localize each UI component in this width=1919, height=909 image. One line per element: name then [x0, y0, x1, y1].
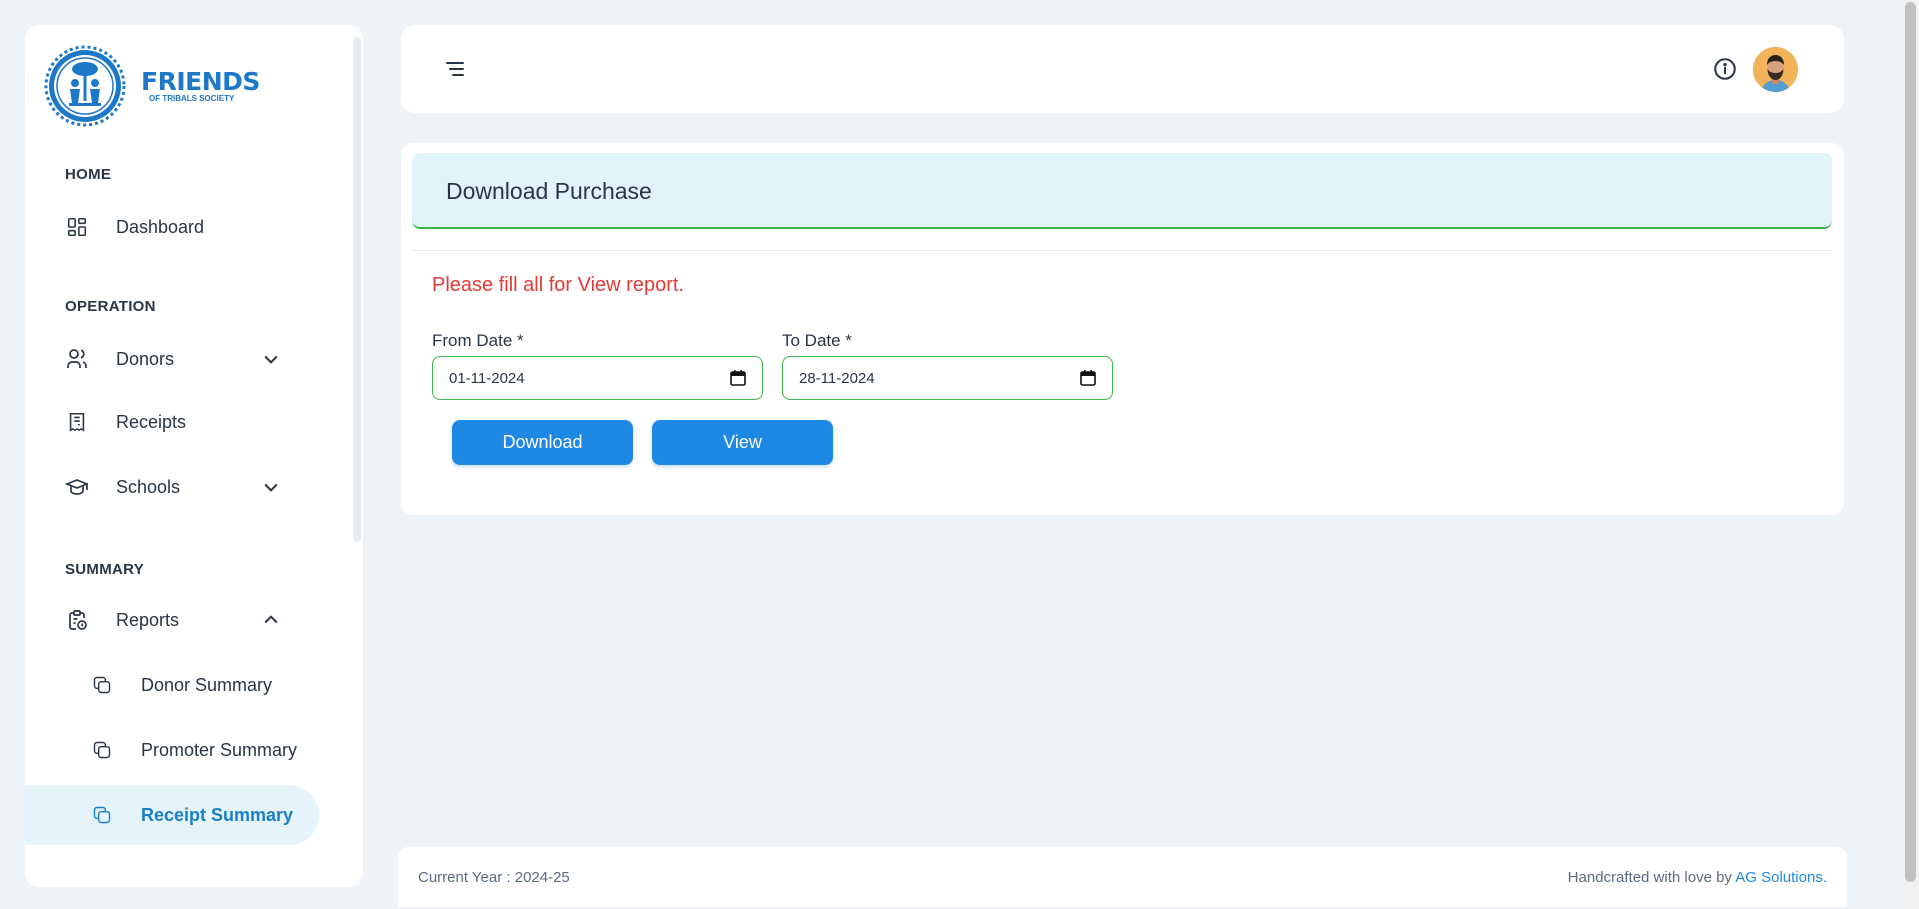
sidebar-subitem-label: Receipt Summary: [141, 804, 294, 825]
credit-prefix: Handcrafted with love by: [1567, 869, 1732, 886]
users-icon: [65, 347, 89, 371]
sidebar-item-label: Donors: [116, 348, 175, 369]
sidebar-item-donors[interactable]: Donors: [25, 329, 319, 389]
calendar-icon[interactable]: [1080, 369, 1096, 386]
divider: [412, 250, 1832, 251]
window-scrollbar[interactable]: [1902, 0, 1919, 909]
sidebar-subitem-donor-summary[interactable]: Donor Summary: [25, 655, 319, 715]
avatar[interactable]: [1753, 47, 1798, 92]
chevron-up-icon: [264, 615, 278, 624]
clipboard-clock-icon: [65, 608, 89, 632]
sidebar-item-schools[interactable]: Schools: [25, 457, 319, 517]
menu-icon[interactable]: [443, 57, 467, 81]
footer: Current Year : 2024-25 Handcrafted with …: [398, 847, 1847, 907]
to-date-value: 28-11-2024: [799, 369, 875, 387]
logo-seal-icon: [44, 45, 126, 127]
card-header: Download Purchase: [412, 153, 1832, 229]
chevron-down-icon: [264, 355, 278, 364]
page-title: Download Purchase: [446, 178, 652, 204]
brand-tagline: OF TRIBALS SOCIETY: [149, 94, 235, 103]
sidebar-scrollbar[interactable]: [353, 37, 361, 542]
sidebar-subitem-receipt-summary[interactable]: Receipt Summary: [25, 785, 319, 845]
copy-icon: [91, 739, 113, 761]
warning-message: Please fill all for View report.: [432, 274, 684, 296]
sidebar-item-reports[interactable]: Reports: [25, 590, 319, 650]
footer-credit: Handcrafted with love by AG Solutions.: [1568, 869, 1827, 886]
sidebar: FRIENDS OF TRIBALS SOCIETY HOME Dashboar…: [25, 25, 363, 887]
sidebar-item-label: Reports: [116, 609, 180, 630]
download-button[interactable]: Download: [452, 420, 633, 465]
download-purchase-card: Download Purchase Please fill all for Vi…: [401, 143, 1844, 515]
chevron-down-icon: [264, 483, 278, 492]
from-date-input[interactable]: 01-11-2024: [432, 356, 763, 400]
copy-icon: [91, 804, 113, 826]
receipt-icon: [65, 410, 89, 434]
to-date-label: To Date *: [782, 331, 852, 350]
ag-solutions-link[interactable]: AG Solutions.: [1735, 869, 1827, 886]
info-icon[interactable]: [1712, 56, 1738, 82]
brand-name: FRIENDS: [141, 67, 260, 96]
sidebar-item-label: Schools: [116, 476, 181, 497]
sidebar-item-label: Dashboard: [116, 216, 205, 237]
sidebar-item-receipts[interactable]: Receipts: [25, 392, 319, 452]
section-title-summary: SUMMARY: [65, 561, 145, 578]
copy-icon: [91, 674, 113, 696]
dashboard-icon: [65, 215, 89, 239]
sidebar-item-label: Receipts: [116, 411, 187, 432]
graduation-cap-icon: [65, 475, 89, 499]
current-year: Current Year : 2024-25: [418, 869, 570, 886]
sidebar-subitem-label: Promoter Summary: [141, 739, 298, 760]
sidebar-subitem-label: Donor Summary: [141, 674, 273, 695]
calendar-icon[interactable]: [730, 369, 746, 386]
sidebar-item-dashboard[interactable]: Dashboard: [25, 197, 319, 257]
from-date-label: From Date *: [432, 331, 524, 350]
brand-logo[interactable]: FRIENDS OF TRIBALS SOCIETY: [44, 45, 260, 127]
top-bar: [401, 25, 1844, 113]
view-button[interactable]: View: [652, 420, 833, 465]
to-date-input[interactable]: 28-11-2024: [782, 356, 1113, 400]
section-title-operation: OPERATION: [65, 298, 156, 315]
from-date-value: 01-11-2024: [449, 369, 525, 387]
section-title-home: HOME: [65, 166, 112, 183]
sidebar-subitem-promoter-summary[interactable]: Promoter Summary: [25, 720, 319, 780]
window-scrollbar-thumb[interactable]: [1905, 2, 1916, 882]
